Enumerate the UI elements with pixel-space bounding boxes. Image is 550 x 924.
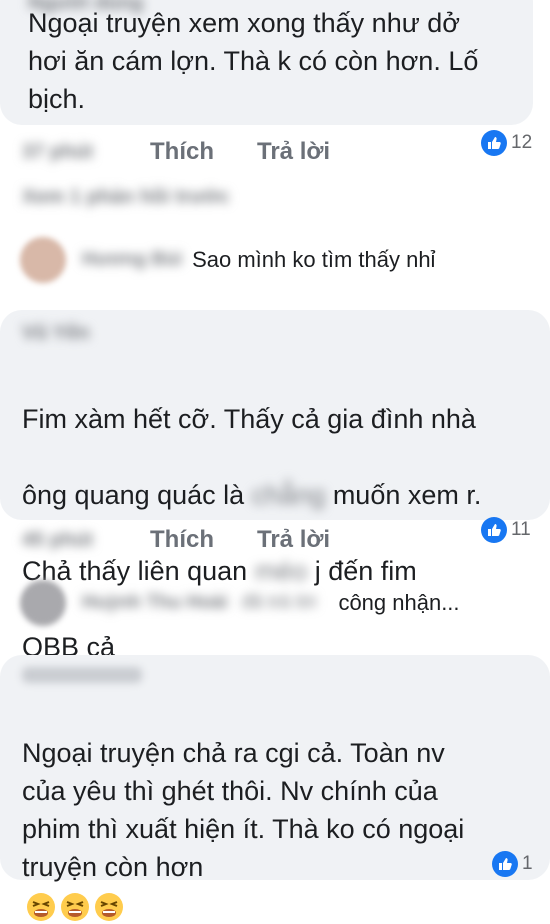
reply-author[interactable]: Huỳnh Thu Hoài xyxy=(82,592,228,614)
hidden-word: chẳng xyxy=(251,480,326,510)
reaction-count[interactable]: 1 xyxy=(492,851,533,877)
comment-actions: 37 phút Thích Trả lời xyxy=(0,138,550,170)
comment-author[interactable] xyxy=(22,667,142,683)
comment-timestamp[interactable]: 37 phút xyxy=(22,141,93,164)
avatar[interactable] xyxy=(20,237,66,283)
comment-timestamp[interactable]: 45 phút xyxy=(22,529,93,552)
tired-face-icon xyxy=(95,892,123,921)
reaction-number: 12 xyxy=(511,132,533,153)
reaction-number: 1 xyxy=(522,853,533,874)
reply-text[interactable]: công nhận... xyxy=(338,590,459,616)
comment-bubble: Ngoại truyện chả ra cgi cả. Toàn nv của … xyxy=(0,655,550,921)
comment-text-part: ông quang quác là xyxy=(22,480,245,510)
reply-text: Sao mình ko tìm thấy nhỉ xyxy=(192,247,436,272)
thumbs-up-icon xyxy=(492,851,518,877)
comment-text-part: muốn xem r. xyxy=(332,480,482,510)
comment-actions: 45 phút Thích Trả lời xyxy=(0,526,550,558)
reply-author[interactable]: Hương Bùi xyxy=(82,249,182,271)
avatar[interactable] xyxy=(20,580,66,626)
reply-extra: đã trả lời xyxy=(241,592,317,613)
view-previous-replies[interactable]: Xem 1 phản hồi trước xyxy=(22,186,230,209)
comment-author[interactable]: Vũ Yến xyxy=(22,322,89,345)
reply-button[interactable]: Trả lời xyxy=(257,138,330,166)
tired-face-icon xyxy=(27,892,55,921)
reaction-count[interactable]: 11 xyxy=(481,517,531,543)
reply-row: Hương Bùi Sao mình ko tìm thấy nhỉ xyxy=(20,237,435,283)
thumbs-up-icon xyxy=(481,130,507,156)
comment-bubble: Vũ Yến Fim xàm hết cỡ. Thấy cả gia đình … xyxy=(0,310,550,700)
thumbs-up-icon xyxy=(481,517,507,543)
reaction-number: 11 xyxy=(511,519,531,540)
reaction-count[interactable]: 12 xyxy=(481,130,532,156)
like-button[interactable]: Thích xyxy=(150,138,214,166)
reply-row: Huỳnh Thu Hoài đã trả lời công nhận... xyxy=(20,580,460,626)
comment-line: Fim xàm hết cỡ. Thấy cả gia đình nhà xyxy=(22,404,476,434)
tired-face-icon xyxy=(61,892,89,921)
comment-text-part: Ngoại truyện chả ra cgi cả. Toàn nv của … xyxy=(22,738,465,882)
comment-text: Ngoại truyện xem xong thấy như dở hơi ăn… xyxy=(28,8,479,114)
comment-bubble: Người dùng Ngoại truyện xem xong thấy nh… xyxy=(0,0,533,125)
comment-text: Ngoại truyện chả ra cgi cả. Toàn nv của … xyxy=(22,696,542,924)
comment-line: ông quang quác là chẳng muốn xem r. xyxy=(22,476,542,514)
reply-button[interactable]: Trả lời xyxy=(257,526,330,554)
like-button[interactable]: Thích xyxy=(150,526,214,554)
